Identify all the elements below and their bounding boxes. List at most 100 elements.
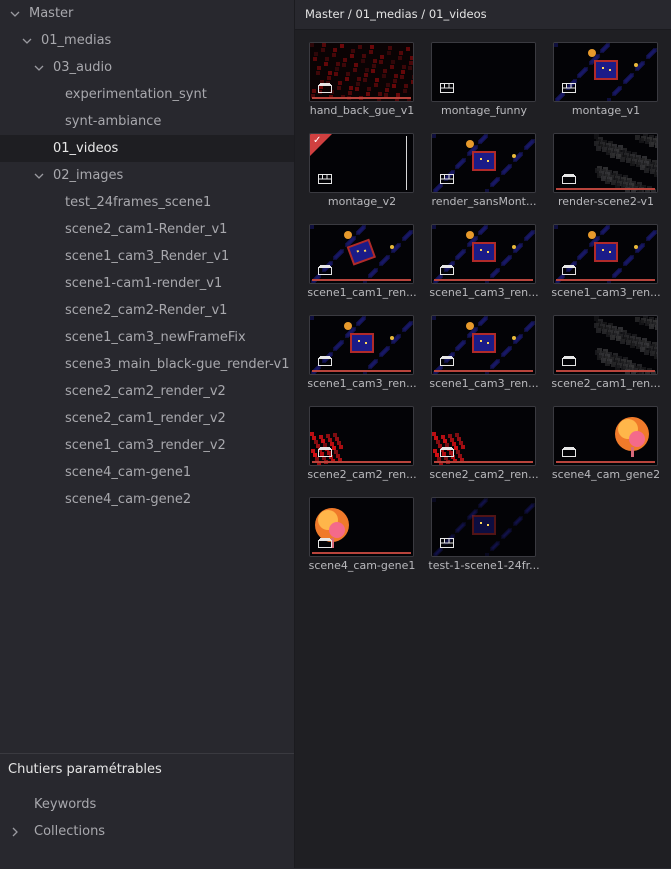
smart-bins-title: Chutiers paramétrables [8,762,162,777]
bin-tree-item[interactable]: experimentation_synt [0,81,294,108]
clip-thumbnail-image [553,42,658,102]
bin-tree-item[interactable]: 01_videos [0,135,294,162]
bin-tree-label: scene2_cam2_render_v2 [65,384,226,399]
clip-thumbnail-image [309,315,414,375]
smart-bin-label: Keywords [34,797,97,812]
bin-tree-item[interactable]: scene1_cam3_Render_v1 [0,243,294,270]
bin-tree-item[interactable]: 02_images [0,162,294,189]
bin-tree-label: 01_videos [53,141,119,156]
bin-tree-label: scene3_main_black-gue_render-v1 [65,357,290,372]
bin-tree-label: scene2_cam1_render_v2 [65,411,226,426]
clip-thumbnail[interactable]: render_sansMont... [427,133,537,213]
clip-name: montage_v1 [571,104,641,117]
clip-thumbnail[interactable]: test-1-scene1-24fr... [427,497,540,577]
clip-name: render-scene2-v1 [557,195,655,208]
smart-bin-keywords[interactable]: Keywords [0,791,294,818]
bin-tree-item[interactable]: scene2_cam1_render_v2 [0,405,294,432]
bin-tree-label: 02_images [53,168,124,183]
film-clip-icon [318,83,332,93]
clip-thumbnail[interactable]: montage_funny [427,42,537,122]
bin-tree-item[interactable]: synt-ambiance [0,108,294,135]
bin-tree-item[interactable]: scene2_cam1-Render_v1 [0,216,294,243]
bin-tree-panel: Master 01_medias 03_audio experimentation_s… [0,0,295,868]
clip-thumbnail-image [431,406,536,466]
clip-name: scene2_cam2_ren... [307,468,417,481]
bin-tree-label: Master [29,6,74,21]
bin-tree-item[interactable]: scene4_cam-gene1 [0,459,294,486]
bin-tree-label: synt-ambiance [65,114,162,129]
audio-waveform-bar [556,188,655,190]
clip-thumbnail-image [431,315,536,375]
bin-tree-item[interactable]: scene1_cam3_newFrameFix [0,324,294,351]
clip-thumbnail-image [553,133,658,193]
bin-tree-label: scene1_cam3_render_v2 [65,438,226,453]
film-clip-icon [440,356,454,366]
clip-thumbnail-image [553,224,658,284]
clip-thumbnail[interactable]: scene2_cam1_ren... [549,315,661,395]
clip-thumbnail-image [553,315,658,375]
media-pool: Master 01_medias 03_audio experimentation_s… [0,0,671,868]
clip-thumbnail[interactable]: montage_v1 [549,42,659,122]
clip-name: hand_back_gue_v1 [309,104,415,117]
bin-tree-label: scene2_cam2-Render_v1 [65,303,228,318]
clip-name: scene1_cam3_ren... [429,377,539,390]
clip-thumbnail[interactable]: scene1_cam3_ren... [427,224,539,304]
clip-thumbnail[interactable]: scene1_cam1_ren... [305,224,417,304]
bin-tree-item[interactable]: test_24frames_scene1 [0,189,294,216]
timeline-icon [440,83,454,93]
film-clip-icon [440,265,454,275]
film-clip-icon [318,538,332,548]
film-clip-icon [562,447,576,457]
smart-bin-label: Collections [34,824,106,839]
chevron-down-icon[interactable] [33,54,45,81]
clip-thumbnail-image [553,406,658,466]
smart-bin-collections[interactable]: Collections [0,818,294,845]
bin-tree-item[interactable]: Master [0,0,294,27]
film-clip-icon [562,356,576,366]
audio-waveform-bar [434,461,533,463]
chevron-down-icon[interactable] [21,27,33,54]
audio-waveform-bar [556,279,655,281]
clip-thumbnail-image [431,42,536,102]
bin-tree-label: scene2_cam1-Render_v1 [65,222,228,237]
clip-thumbnail[interactable]: scene4_cam_gene2 [549,406,660,486]
clip-thumbnail-image [431,133,536,193]
bin-tree-label: scene1_cam3_newFrameFix [65,330,246,345]
clip-name: scene1_cam3_ren... [429,286,539,299]
audio-waveform-bar [312,461,411,463]
audio-waveform-bar [434,370,533,372]
clip-thumbnail-image [431,224,536,284]
audio-waveform-bar [312,97,411,99]
audio-waveform-bar [312,279,411,281]
clip-thumbnail[interactable]: hand_back_gue_v1 [305,42,415,122]
clip-thumbnail[interactable]: scene1_cam3_ren... [427,315,539,395]
clip-thumbnail[interactable]: ✓ montage_v2 [305,133,415,213]
bin-tree-item[interactable]: scene1_cam3_render_v2 [0,432,294,459]
bin-tree-item[interactable]: scene2_cam2-Render_v1 [0,297,294,324]
bin-tree-item[interactable]: scene2_cam2_render_v2 [0,378,294,405]
bin-tree-item[interactable]: 01_medias [0,27,294,54]
bin-tree-item[interactable]: scene1-cam1-render_v1 [0,270,294,297]
clip-thumbnail[interactable]: scene1_cam3_ren... [549,224,661,304]
check-icon: ✓ [313,135,322,146]
chevron-down-icon[interactable] [9,0,21,27]
bin-tree-item[interactable]: 03_audio [0,54,294,81]
film-clip-icon [318,447,332,457]
clip-name: montage_funny [440,104,528,117]
bin-tree-item[interactable]: scene3_main_black-gue_render-v1 [0,351,294,378]
clip-thumbnail[interactable]: scene2_cam2_ren... [427,406,539,486]
timeline-icon [440,538,454,548]
clip-thumbnail-image [309,42,414,102]
timeline-icon [562,83,576,93]
chevron-right-icon[interactable] [9,818,21,845]
clip-thumbnail[interactable]: scene1_cam3_ren... [305,315,417,395]
chevron-down-icon[interactable] [33,162,45,189]
clip-thumbnail[interactable]: render-scene2-v1 [549,133,659,213]
bin-tree-label: 03_audio [53,60,113,75]
clip-thumbnail[interactable]: scene4_cam-gene1 [305,497,415,577]
bin-tree-item[interactable]: scene4_cam-gene2 [0,486,294,513]
clip-thumbnail-image [309,406,414,466]
breadcrumb[interactable]: Master / 01_medias / 01_videos [305,7,487,21]
clip-browser: Master / 01_medias / 01_videos hand_back… [295,0,671,868]
clip-thumbnail[interactable]: scene2_cam2_ren... [305,406,417,486]
